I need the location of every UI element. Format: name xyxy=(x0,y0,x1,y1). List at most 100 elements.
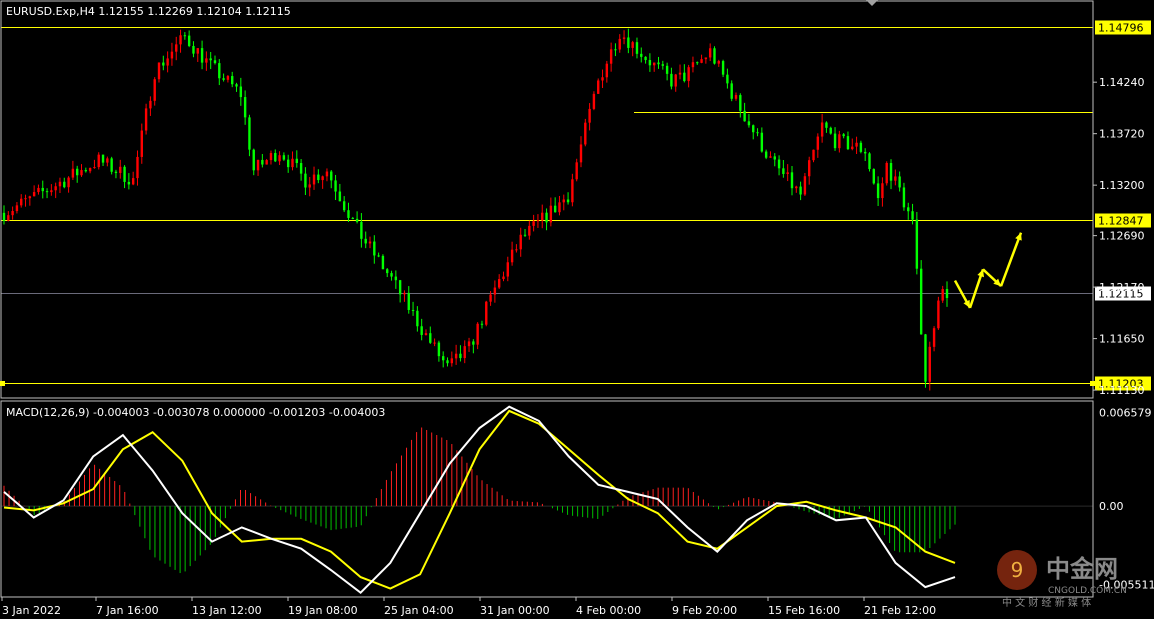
candle-body xyxy=(32,192,36,197)
candle-body xyxy=(945,289,949,298)
candle-body xyxy=(760,132,764,152)
candle-body xyxy=(661,64,665,66)
candle-body xyxy=(730,83,733,99)
candle-body xyxy=(889,162,893,181)
candle-body xyxy=(291,158,294,168)
candle-body xyxy=(601,77,604,81)
candle-body xyxy=(657,62,660,65)
candle-body xyxy=(541,212,544,221)
candle-body xyxy=(67,177,70,188)
candle-body xyxy=(162,62,165,66)
candle-body xyxy=(278,155,281,162)
candle-body xyxy=(7,215,10,221)
candle-body xyxy=(790,172,794,189)
candle-body xyxy=(213,60,217,64)
price-pane-frame xyxy=(0,0,1094,399)
candle-body xyxy=(308,184,311,188)
candle-body xyxy=(304,173,307,188)
candle-body xyxy=(894,176,897,181)
forecast-arrow-segment xyxy=(999,232,1023,287)
candle-body xyxy=(493,287,497,295)
candle-body xyxy=(713,48,716,64)
candle-body xyxy=(618,38,621,50)
macd-signal-line xyxy=(3,409,956,590)
candle-body xyxy=(248,117,251,150)
candle-body xyxy=(691,62,695,68)
candle-body xyxy=(868,153,871,170)
macd-pane[interactable] xyxy=(1,405,1093,595)
candle-body xyxy=(15,205,19,212)
candle-body xyxy=(622,37,626,39)
candle-body xyxy=(743,110,746,122)
candle-body xyxy=(842,134,845,137)
candle-body xyxy=(256,159,260,171)
price-y-tick-label: 1.13200 xyxy=(1099,179,1145,192)
candle-body xyxy=(553,205,557,213)
candle-body xyxy=(338,191,342,202)
candle-body xyxy=(670,73,673,87)
candle-body xyxy=(764,151,768,158)
candle-body xyxy=(881,183,884,199)
candle-body xyxy=(726,74,729,84)
candle-body xyxy=(93,167,96,169)
candle-body xyxy=(50,190,53,193)
candle-body xyxy=(876,183,880,199)
candle-body xyxy=(838,134,841,149)
candle-body xyxy=(769,156,772,158)
candle-body xyxy=(924,334,927,382)
candle-body xyxy=(519,234,522,250)
candle-body xyxy=(231,76,234,85)
candle-body xyxy=(20,198,23,206)
candle-body xyxy=(312,174,316,185)
candle-body xyxy=(459,353,462,359)
candle-body xyxy=(902,187,906,208)
price-pane[interactable] xyxy=(1,27,1093,391)
candle-body xyxy=(846,136,850,150)
price-y-tick-label: 1.12690 xyxy=(1099,230,1145,243)
candle-body xyxy=(274,153,277,162)
candle-body xyxy=(911,211,914,220)
candle-body xyxy=(411,309,415,311)
candle-body xyxy=(872,169,875,184)
candle-body xyxy=(351,217,354,219)
x-tick-label: 31 Jan 00:00 xyxy=(480,604,550,617)
candle-body xyxy=(110,158,113,172)
candle-body xyxy=(136,156,139,179)
candle-body xyxy=(696,62,699,64)
candle-body xyxy=(937,300,940,329)
candle-body xyxy=(394,276,398,281)
axes: 1.147961.128471.112031.121151.142401.137… xyxy=(0,0,1154,617)
candle-body xyxy=(407,292,410,310)
candle-body xyxy=(218,63,221,79)
candle-body xyxy=(575,162,578,180)
candle-body xyxy=(532,221,535,226)
candle-body xyxy=(915,219,919,269)
candle-body xyxy=(928,346,931,382)
candle-body xyxy=(898,176,901,188)
candle-body xyxy=(317,174,320,181)
candle-body xyxy=(833,133,837,149)
candle-body xyxy=(497,279,501,288)
candle-body xyxy=(286,159,290,168)
candle-body xyxy=(454,353,458,359)
candle-body xyxy=(588,108,591,123)
candle-body xyxy=(446,360,449,364)
candle-body xyxy=(140,130,143,157)
candle-body xyxy=(734,95,738,99)
candle-body xyxy=(808,160,811,177)
candle-body xyxy=(674,74,677,87)
candle-body xyxy=(416,310,419,327)
candle-body xyxy=(558,202,561,213)
candle-body xyxy=(717,61,720,64)
candle-body xyxy=(485,301,488,325)
candle-body xyxy=(851,146,854,150)
candle-body xyxy=(442,356,445,361)
candle-body xyxy=(907,207,910,212)
x-tick-label: 13 Jan 12:00 xyxy=(192,604,262,617)
candle-body xyxy=(437,342,441,357)
candle-body xyxy=(635,42,639,54)
candle-body xyxy=(683,72,686,82)
candle-body xyxy=(648,60,652,66)
candle-body xyxy=(429,333,432,343)
candle-body xyxy=(403,292,406,295)
